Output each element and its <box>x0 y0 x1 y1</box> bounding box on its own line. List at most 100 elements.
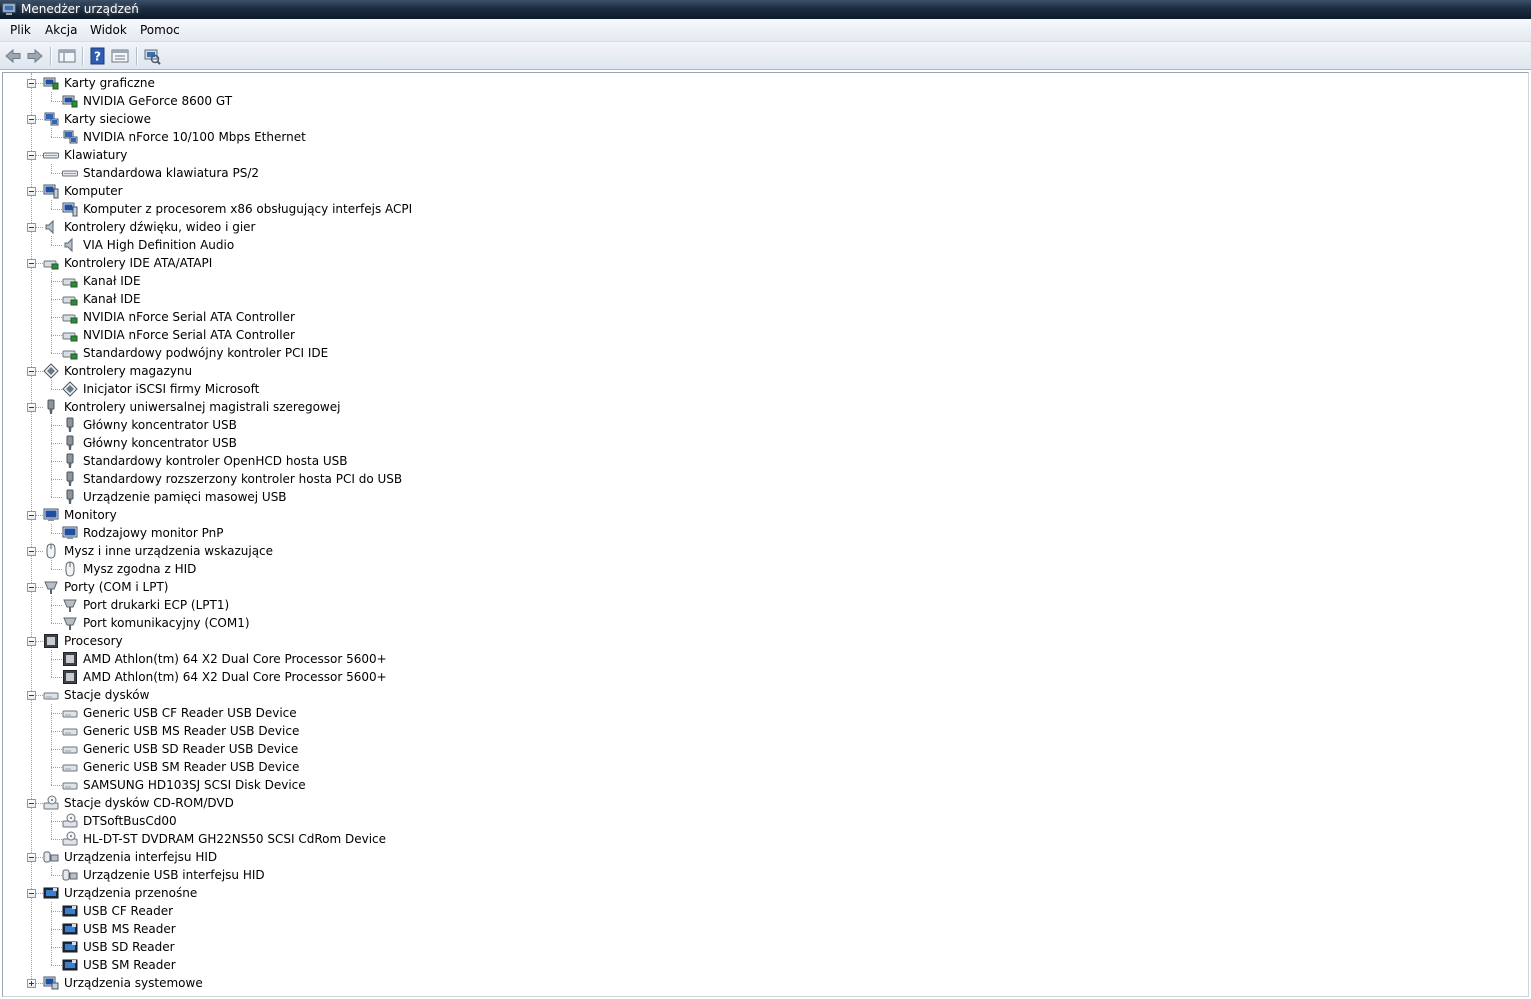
tree-category-kontrolery-uniwersalnej-magistrali-szeregowej[interactable]: Kontrolery uniwersalnej magistrali szere… <box>3 398 1503 416</box>
tree-category-urzadzenia-systemowe[interactable]: Urządzenia systemowe <box>3 974 1503 992</box>
speaker-icon <box>45 219 54 235</box>
portable-icon <box>62 959 78 971</box>
collapse-toggle-icon[interactable] <box>27 151 36 160</box>
tree-connector-line <box>51 209 62 210</box>
tree-connector-line <box>51 524 52 533</box>
tree-device-item[interactable]: SAMSUNG HD103SJ SCSI Disk Device <box>3 776 1503 794</box>
tree-device-item[interactable]: NVIDIA nForce Serial ATA Controller <box>3 308 1503 326</box>
tree-category-monitory[interactable]: Monitory <box>3 506 1503 524</box>
collapse-toggle-icon[interactable] <box>27 889 36 898</box>
tree-device-label: AMD Athlon(tm) 64 X2 Dual Core Processor… <box>83 652 387 666</box>
collapse-toggle-icon[interactable] <box>27 223 36 232</box>
tree-device-item[interactable]: Generic USB SM Reader USB Device <box>3 758 1503 776</box>
collapse-toggle-icon[interactable] <box>27 511 36 520</box>
tree-connector-line <box>36 587 43 588</box>
tree-device-item[interactable]: HL-DT-ST DVDRAM GH22NS50 SCSI CdRom Devi… <box>3 830 1503 848</box>
tree-device-item[interactable]: Port komunikacyjny (COM1) <box>3 614 1503 632</box>
tree-category-karty-graficzne[interactable]: Karty graficzne <box>3 74 1503 92</box>
menu-bar: Plik Akcja Widok Pomoc <box>0 19 1531 42</box>
menu-plik[interactable]: Plik <box>8 23 33 38</box>
tree-device-item[interactable]: USB CF Reader <box>3 902 1503 920</box>
cpu-icon <box>44 634 58 648</box>
tree-device-label: NVIDIA nForce Serial ATA Controller <box>83 328 295 342</box>
tree-category-urzadzenia-przenosne[interactable]: Urządzenia przenośne <box>3 884 1503 902</box>
collapse-toggle-icon[interactable] <box>27 259 36 268</box>
tree-connector-line <box>51 866 52 875</box>
portable-icon <box>62 905 78 917</box>
tree-category-stacje-dyskow[interactable]: Stacje dysków <box>3 686 1503 704</box>
tree-device-item[interactable]: AMD Athlon(tm) 64 X2 Dual Core Processor… <box>3 668 1503 686</box>
title-bar[interactable]: Menedżer urządzeń <box>0 0 1531 19</box>
tree-category-procesory[interactable]: Procesory <box>3 632 1503 650</box>
tree-device-item[interactable]: Kanał IDE <box>3 272 1503 290</box>
collapse-toggle-icon[interactable] <box>27 691 36 700</box>
tree-device-item[interactable]: Generic USB CF Reader USB Device <box>3 704 1503 722</box>
tree-device-item[interactable]: DTSoftBusCd00 <box>3 812 1503 830</box>
tree-category-label: Kontrolery magazynu <box>64 364 193 378</box>
tree-category-komputer[interactable]: Komputer <box>3 182 1503 200</box>
collapse-toggle-icon[interactable] <box>27 367 36 376</box>
collapse-toggle-icon[interactable] <box>27 853 36 862</box>
tree-category-klawiatury[interactable]: Klawiatury <box>3 146 1503 164</box>
tree-category-kontrolery-dzwieku-wideo-i-gier[interactable]: Kontrolery dźwięku, wideo i gier <box>3 218 1503 236</box>
collapse-toggle-icon[interactable] <box>27 79 36 88</box>
tree-device-item[interactable]: USB SD Reader <box>3 938 1503 956</box>
tree-device-item[interactable]: Urządzenie USB interfejsu HID <box>3 866 1503 884</box>
tree-device-item[interactable]: Generic USB MS Reader USB Device <box>3 722 1503 740</box>
tree-device-item[interactable]: Standardowa klawiatura PS/2 <box>3 164 1503 182</box>
menu-akcja[interactable]: Akcja <box>43 23 79 38</box>
tree-device-label: SAMSUNG HD103SJ SCSI Disk Device <box>83 778 306 792</box>
collapse-toggle-icon[interactable] <box>27 799 36 808</box>
tree-category-urzadzenia-interfejsu-hid[interactable]: Urządzenia interfejsu HID <box>3 848 1503 866</box>
collapse-toggle-icon[interactable] <box>27 403 36 412</box>
tree-device-item[interactable]: Standardowy rozszerzony kontroler hosta … <box>3 470 1503 488</box>
console-tree-icon[interactable] <box>57 46 77 66</box>
tree-device-item[interactable]: AMD Athlon(tm) 64 X2 Dual Core Processor… <box>3 650 1503 668</box>
tree-device-item[interactable]: VIA High Definition Audio <box>3 236 1503 254</box>
tree-category-karty-sieciowe[interactable]: Karty sieciowe <box>3 110 1503 128</box>
tree-connector-line <box>51 569 62 570</box>
tree-device-item[interactable]: Port drukarki ECP (LPT1) <box>3 596 1503 614</box>
tree-device-item[interactable]: Mysz zgodna z HID <box>3 560 1503 578</box>
tree-device-item[interactable]: Kanał IDE <box>3 290 1503 308</box>
tree-device-item[interactable]: NVIDIA nForce 10/100 Mbps Ethernet <box>3 128 1503 146</box>
tree-category-porty-com-i-lpt[interactable]: Porty (COM i LPT) <box>3 578 1503 596</box>
tree-device-item[interactable]: USB SM Reader <box>3 956 1503 974</box>
help-icon[interactable]: ? <box>88 46 108 66</box>
tree-device-item[interactable]: Rodzajowy monitor PnP <box>3 524 1503 542</box>
scan-hardware-icon[interactable] <box>142 46 162 66</box>
tree-device-item[interactable]: NVIDIA GeForce 8600 GT <box>3 92 1503 110</box>
device-tree[interactable]: Karty graficzne NVIDIA GeForce 8600 GT Kar… <box>2 72 1529 997</box>
tree-device-item[interactable]: USB MS Reader <box>3 920 1503 938</box>
tree-device-item[interactable]: Urządzenie pamięci masowej USB <box>3 488 1503 506</box>
tree-device-item[interactable]: Główny koncentrator USB <box>3 434 1503 452</box>
back-arrow-icon[interactable] <box>3 46 23 66</box>
tree-device-item[interactable]: Standardowy kontroler OpenHCD hosta USB <box>3 452 1503 470</box>
tree-category-kontrolery-magazynu[interactable]: Kontrolery magazynu <box>3 362 1503 380</box>
tree-category-mysz-i-inne-urzadzenia-wskazujace[interactable]: Mysz i inne urządzenia wskazujące <box>3 542 1503 560</box>
menu-widok[interactable]: Widok <box>88 23 129 38</box>
tree-category-stacje-dyskow-cd-rom-dvd[interactable]: Stacje dysków CD-ROM/DVD <box>3 794 1503 812</box>
speaker-icon <box>64 237 73 253</box>
tree-connector-line <box>51 236 52 245</box>
expand-toggle-icon[interactable] <box>27 979 36 988</box>
forward-arrow-icon[interactable] <box>25 46 45 66</box>
tree-connector-line <box>51 281 62 282</box>
tree-device-item[interactable]: NVIDIA nForce Serial ATA Controller <box>3 326 1503 344</box>
properties-icon[interactable] <box>110 46 130 66</box>
tree-connector-line <box>51 380 52 389</box>
collapse-toggle-icon[interactable] <box>27 547 36 556</box>
tree-device-item[interactable]: Generic USB SD Reader USB Device <box>3 740 1503 758</box>
tree-device-item[interactable]: Główny koncentrator USB <box>3 416 1503 434</box>
collapse-toggle-icon[interactable] <box>27 583 36 592</box>
menu-pomoc[interactable]: Pomoc <box>138 23 182 38</box>
tree-device-item[interactable]: Standardowy podwójny kontroler PCI IDE <box>3 344 1503 362</box>
collapse-toggle-icon[interactable] <box>27 187 36 196</box>
tree-device-item[interactable]: Inicjator iSCSI firmy Microsoft <box>3 380 1503 398</box>
tree-device-item[interactable]: Komputer z procesorem x86 obsługujący in… <box>3 200 1503 218</box>
keyboard-icon <box>62 170 78 177</box>
tree-category-kontrolery-ide-ata-atapi[interactable]: Kontrolery IDE ATA/ATAPI <box>3 254 1503 272</box>
tree-device-label: Kanał IDE <box>83 274 141 288</box>
collapse-toggle-icon[interactable] <box>27 637 36 646</box>
collapse-toggle-icon[interactable] <box>27 115 36 124</box>
